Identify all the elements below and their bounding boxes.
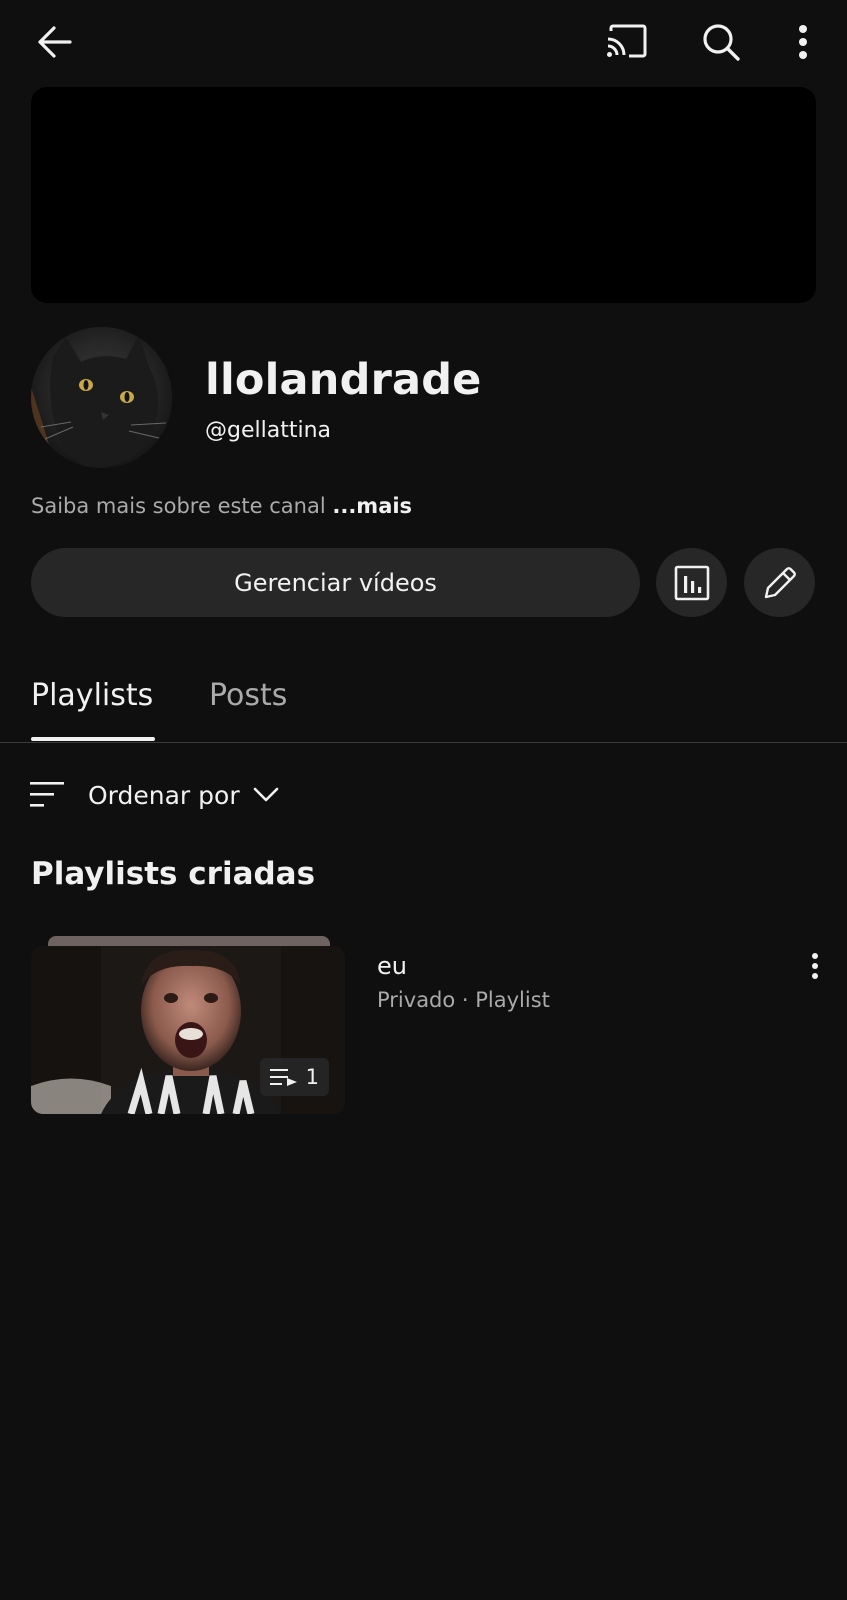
- manage-videos-button[interactable]: Gerenciar vídeos: [31, 548, 640, 617]
- playlist-icon: [269, 1069, 297, 1086]
- pencil-icon: [764, 566, 796, 598]
- cat-avatar-image: [31, 327, 172, 468]
- sort-dropdown[interactable]: Ordenar por: [28, 775, 280, 815]
- video-count-badge: 1: [259, 1058, 329, 1096]
- more-vertical-icon: [799, 25, 807, 59]
- more-options-button[interactable]: [788, 20, 818, 64]
- tab-posts[interactable]: Posts: [209, 678, 287, 713]
- cast-button[interactable]: [603, 20, 651, 64]
- playlist-title[interactable]: eu: [377, 952, 407, 980]
- tab-playlists[interactable]: Playlists: [31, 678, 153, 713]
- chevron-down-icon: [253, 787, 278, 802]
- playlist-stack-decoration: [48, 936, 330, 946]
- channel-about-link[interactable]: Saiba mais sobre este canal ...mais: [31, 494, 412, 518]
- tabs-divider: [0, 742, 847, 743]
- sort-label: Ordenar por: [88, 780, 240, 810]
- cast-icon: [607, 24, 647, 58]
- about-text: Saiba mais sobre este canal: [31, 494, 326, 518]
- channel-handle: @gellattina: [205, 418, 331, 443]
- playlist-thumbnail[interactable]: 1: [31, 946, 345, 1114]
- more-vertical-icon: [812, 953, 818, 979]
- analytics-button[interactable]: [656, 548, 727, 617]
- analytics-icon: [674, 565, 709, 600]
- sort-icon: [30, 782, 64, 807]
- avatar[interactable]: [31, 327, 172, 468]
- arrow-back-icon: [38, 26, 72, 58]
- search-button[interactable]: [697, 18, 745, 66]
- back-button[interactable]: [30, 20, 78, 64]
- about-more-link[interactable]: ...mais: [332, 494, 412, 518]
- section-title: Playlists criadas: [31, 856, 316, 892]
- search-icon: [703, 24, 740, 61]
- edit-channel-button[interactable]: [744, 548, 815, 617]
- active-tab-indicator: [31, 737, 155, 741]
- playlist-meta: Privado · Playlist: [377, 988, 550, 1012]
- playlist-more-button[interactable]: [803, 948, 827, 984]
- video-count: 1: [305, 1065, 319, 1089]
- channel-name: llolandrade: [205, 355, 482, 405]
- manage-videos-label: Gerenciar vídeos: [234, 568, 437, 597]
- channel-banner: [31, 87, 816, 303]
